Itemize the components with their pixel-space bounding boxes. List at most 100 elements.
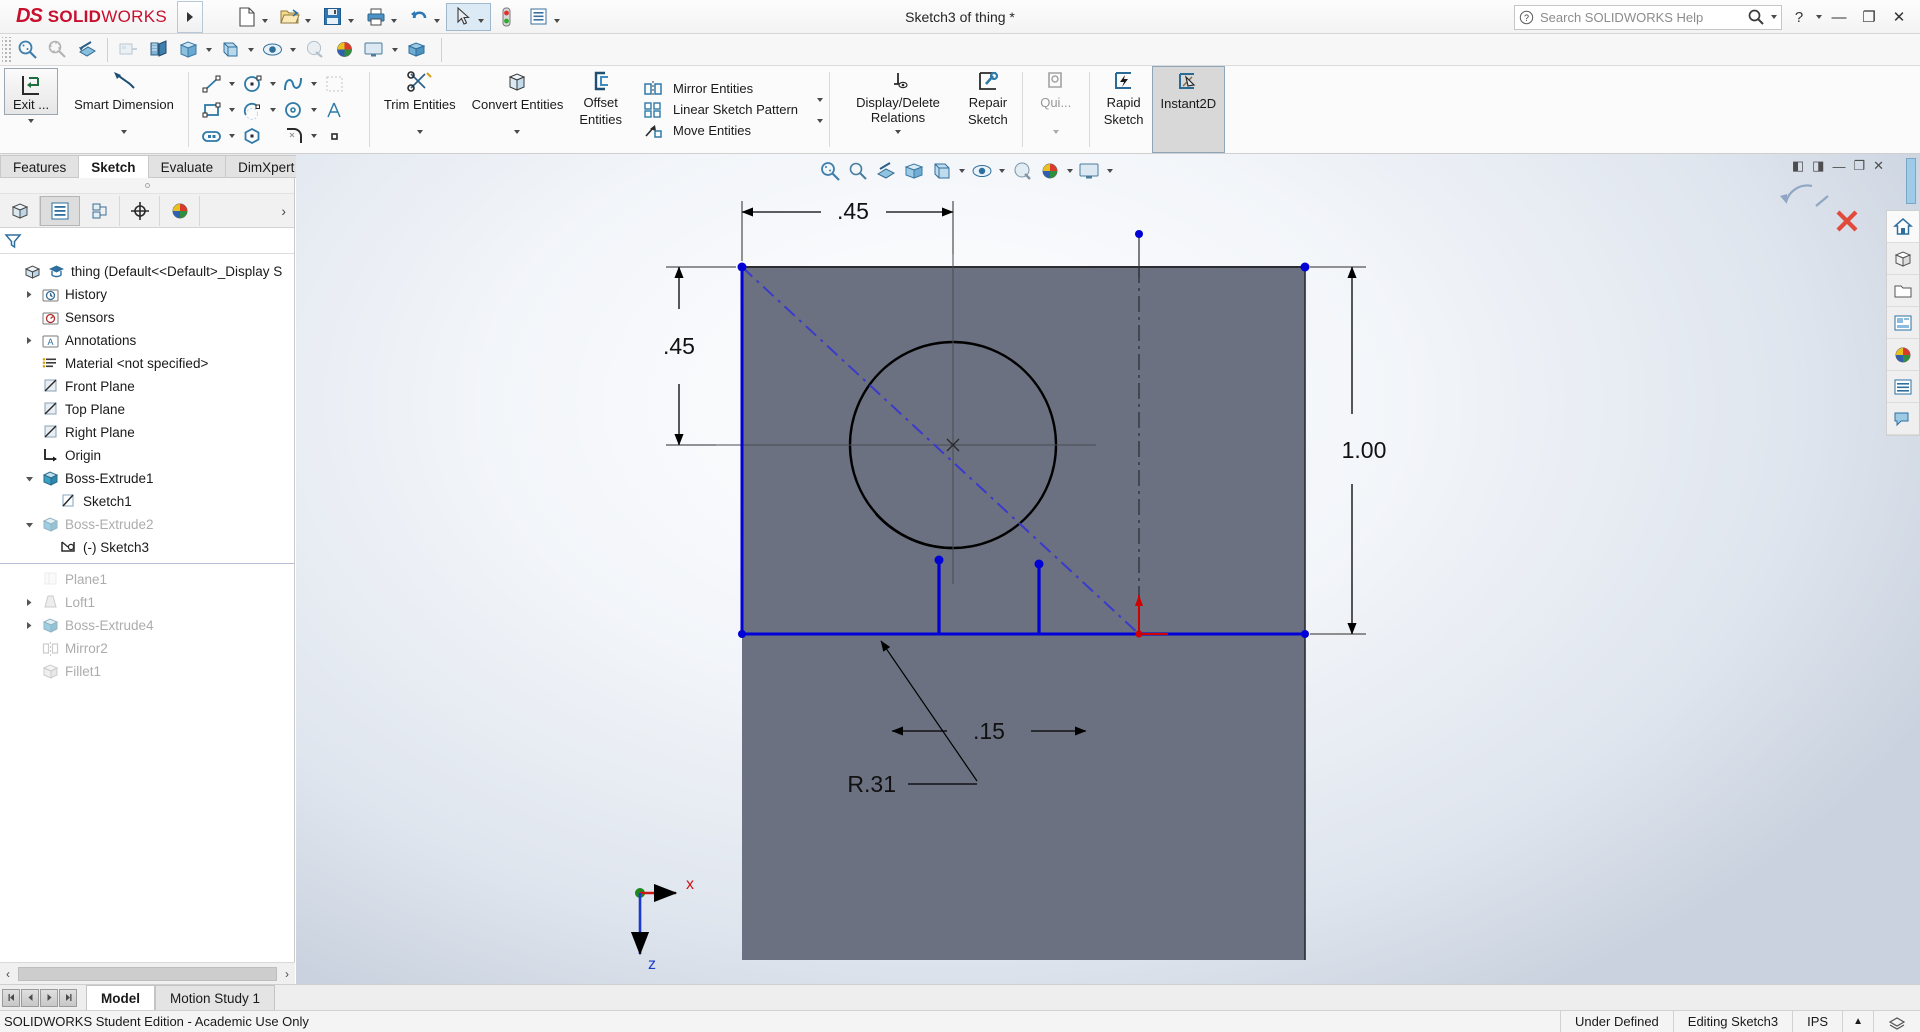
ellipse-tool-icon[interactable] (279, 97, 309, 123)
arc-radius-dimension-value[interactable]: R.31 (847, 771, 896, 797)
select-tool-button[interactable] (445, 2, 491, 31)
undo-button[interactable] (403, 3, 446, 31)
open-document-button[interactable] (274, 3, 317, 31)
display-style-caret[interactable] (245, 36, 257, 64)
rapid-sketch-button[interactable]: Rapid Sketch (1096, 66, 1152, 153)
tree-node[interactable]: History (0, 283, 294, 306)
tree-node[interactable]: Boss-Extrude4 (0, 614, 294, 637)
text-tool-icon[interactable] (320, 97, 350, 123)
hide-show-caret[interactable] (287, 36, 299, 64)
move-entities-button[interactable]: Move Entities (636, 119, 825, 141)
offset-entities-button[interactable]: Offset Entities (571, 66, 630, 153)
sketch-point-slot-right-top[interactable] (1034, 559, 1044, 569)
ellipse-tool-caret[interactable] (309, 97, 320, 123)
convert-entities-dropdown[interactable] (514, 130, 521, 153)
horizontal-offset-dimension[interactable]: .45 (741, 198, 954, 261)
tab-evaluate[interactable]: Evaluate (147, 155, 227, 178)
scroll-thumb[interactable] (18, 966, 277, 981)
next-frame-button[interactable] (40, 988, 58, 1007)
slot-width-dimension-value[interactable]: .15 (973, 718, 1005, 744)
sketch-point-bottom-right[interactable] (1301, 630, 1309, 638)
print-document-caret[interactable] (389, 4, 400, 30)
tree-node[interactable]: Loft1 (0, 591, 294, 614)
restore-button[interactable]: ❐ (1856, 2, 1882, 32)
tree-node[interactable]: Right Plane (0, 421, 294, 444)
tree-node[interactable]: Sensors (0, 306, 294, 329)
configuration-manager-tab[interactable] (80, 195, 120, 226)
print-document-button[interactable] (360, 3, 403, 31)
vertical-offset-dimension[interactable]: .45 (663, 266, 736, 446)
fillet-tool-icon[interactable] (279, 123, 309, 149)
tree-node[interactable]: A Annotations (0, 329, 294, 352)
zoom-to-fit-button[interactable] (42, 36, 72, 64)
tree-expand-arrow[interactable] (22, 290, 36, 299)
tab-sketch[interactable]: Sketch (78, 155, 149, 178)
rectangle-tool-icon[interactable] (197, 97, 227, 123)
view-orientation-caret[interactable] (203, 36, 215, 64)
select-tool-caret[interactable] (476, 4, 487, 30)
rollback-bar[interactable] (0, 563, 294, 564)
circle-tool-icon[interactable] (238, 71, 268, 97)
sketch-point-top-right[interactable] (1300, 262, 1310, 272)
trim-entities-dropdown[interactable] (416, 130, 423, 153)
display-style-button[interactable] (215, 36, 245, 64)
arc-tool-caret[interactable] (268, 97, 279, 123)
property-manager-tab[interactable] (40, 195, 80, 226)
status-overlay-button[interactable] (1873, 1010, 1920, 1032)
view-orientation-button[interactable] (173, 36, 203, 64)
slot-tool-icon[interactable] (197, 123, 227, 149)
polygon-tool-icon[interactable] (238, 123, 268, 149)
line-tool-caret[interactable] (227, 71, 238, 97)
feature-manager-tab[interactable] (0, 195, 40, 226)
tree-node[interactable]: Boss-Extrude2 (0, 513, 294, 536)
help-button[interactable]: ? (1786, 2, 1812, 32)
overall-height-dimension-value[interactable]: 1.00 (1342, 437, 1387, 463)
options-button[interactable] (523, 3, 566, 31)
tree-expand-arrow[interactable] (22, 521, 36, 529)
tree-node[interactable]: Mirror2 (0, 637, 294, 660)
scroll-right-arrow[interactable]: › (279, 967, 295, 981)
help-caret-icon[interactable] (1816, 15, 1822, 19)
section-view-button[interactable] (72, 36, 102, 64)
hide-show-items-button[interactable] (257, 36, 287, 64)
sketch-point-slot-left-top[interactable] (934, 555, 944, 565)
scroll-left-arrow[interactable]: ‹ (0, 967, 16, 981)
search-input[interactable]: Search SOLIDWORKS Help (1540, 10, 1741, 25)
panel-expand-chevron[interactable]: › (281, 203, 294, 219)
spline-tool-icon[interactable] (279, 71, 309, 97)
tree-node[interactable]: Sketch1 (0, 490, 294, 513)
exit-sketch-button[interactable]: Exit ... (4, 68, 59, 115)
minimize-button[interactable]: — (1826, 2, 1852, 32)
undo-caret[interactable] (432, 4, 443, 30)
line-tool-icon[interactable] (197, 71, 227, 97)
first-frame-button[interactable] (2, 988, 20, 1007)
move-entities-caret[interactable] (803, 119, 824, 138)
last-frame-button[interactable] (59, 988, 77, 1007)
display-delete-relations-dropdown[interactable] (895, 130, 902, 153)
tree-node[interactable]: (-) Sketch3 (0, 536, 294, 559)
new-document-button[interactable] (231, 3, 274, 31)
menu-expand-button[interactable] (176, 0, 203, 33)
rebuild-button[interactable] (491, 3, 523, 31)
tree-node[interactable]: thing (Default<<Default>_Display S (0, 260, 294, 283)
options-caret[interactable] (552, 4, 563, 30)
tree-filter-bar[interactable] (0, 228, 294, 254)
quick-snaps-dropdown[interactable] (1052, 130, 1059, 153)
tree-node[interactable]: Top Plane (0, 398, 294, 421)
smart-dimension-dropdown[interactable] (120, 130, 127, 153)
tree-node[interactable]: Boss-Extrude1 (0, 467, 294, 490)
tree-expand-arrow[interactable] (22, 336, 36, 345)
rectangle-tool-caret[interactable] (227, 97, 238, 123)
status-units[interactable]: IPS (1792, 1010, 1842, 1032)
dimxpert-manager-tab[interactable] (120, 195, 160, 226)
spline-tool-caret[interactable] (309, 71, 320, 97)
instant2d-button[interactable]: Instant2D (1151, 66, 1226, 153)
tree-expand-arrow[interactable] (22, 475, 36, 483)
linear-sketch-pattern-caret[interactable] (803, 98, 824, 117)
save-document-caret[interactable] (346, 4, 357, 30)
view-settings-caret[interactable] (389, 36, 401, 64)
point-tool-icon[interactable] (320, 123, 350, 149)
tree-expand-arrow[interactable] (22, 621, 36, 630)
bottom-tab-model[interactable]: Model (86, 985, 155, 1010)
overall-height-dimension[interactable]: 1.00 (1310, 266, 1387, 635)
